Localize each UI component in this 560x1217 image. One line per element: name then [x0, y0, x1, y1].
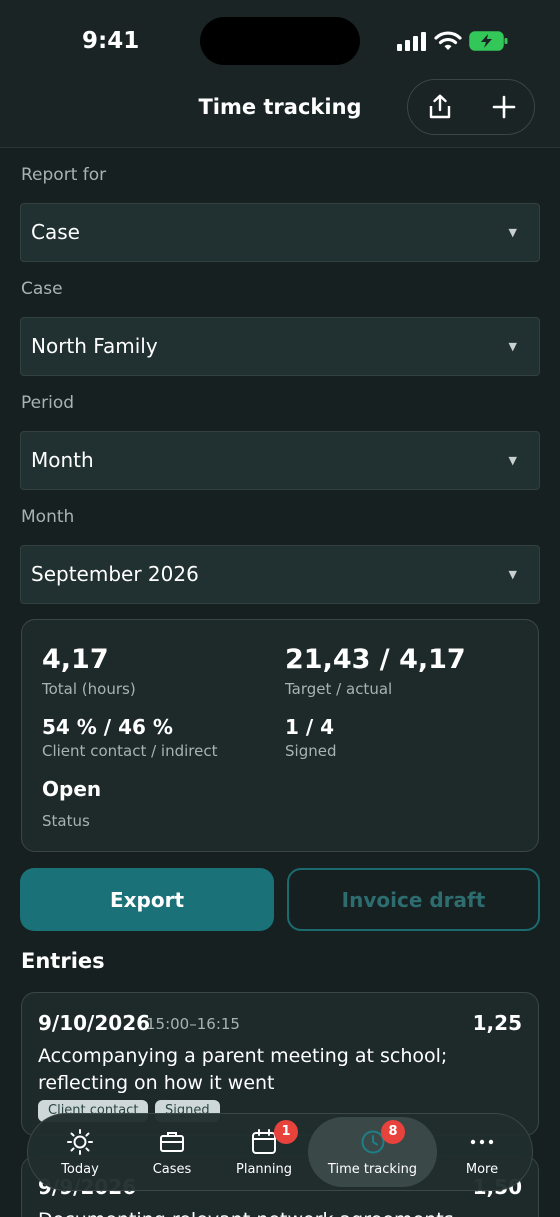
time-tracking-screen: 9:41 Time tracking Report for Case ▼ Cas…	[0, 0, 560, 1217]
case-value: North Family	[31, 334, 158, 358]
tab-cases[interactable]: Cases	[128, 1114, 216, 1190]
tab-more-label: More	[465, 1162, 499, 1177]
contact-split-value: 54 % / 46 %	[42, 715, 173, 739]
dynamic-island	[200, 17, 360, 65]
share-icon	[429, 94, 451, 119]
signed-label: Signed	[285, 742, 337, 760]
entries-heading: Entries	[21, 949, 105, 973]
total-hours-label: Total (hours)	[42, 680, 136, 698]
chevron-down-icon: ▼	[508, 454, 517, 467]
status-label: Status	[42, 812, 90, 830]
month-value: September 2026	[31, 562, 199, 586]
tab-time-tracking[interactable]: 8 Time tracking	[308, 1114, 437, 1190]
header-actions-pill	[407, 79, 535, 135]
status-bar: 9:41	[0, 0, 560, 82]
planning-badge: 1	[274, 1120, 298, 1144]
battery-charging-icon	[469, 31, 508, 51]
add-entry-button[interactable]	[472, 80, 536, 134]
invoice-draft-button[interactable]: Invoice draft	[287, 868, 540, 931]
time-tracking-badge: 8	[381, 1120, 405, 1144]
contact-split-label: Client contact / indirect	[42, 742, 218, 760]
target-actual-value: 21,43 / 4,17	[285, 644, 466, 675]
tab-today-label: Today	[61, 1162, 99, 1177]
cellular-signal-icon	[397, 31, 427, 51]
report-for-select[interactable]: Case ▼	[20, 203, 540, 262]
share-button[interactable]	[408, 80, 472, 134]
target-actual-label: Target / actual	[285, 680, 393, 698]
tab-bar: Today Cases 1 Planning 8 Time tracking M…	[27, 1113, 533, 1191]
plus-icon	[492, 95, 516, 119]
month-select[interactable]: September 2026 ▼	[20, 545, 540, 604]
tab-cases-label: Cases	[152, 1162, 192, 1177]
report-for-label: Report for	[21, 165, 107, 185]
period-value: Month	[31, 448, 94, 472]
chevron-down-icon: ▼	[508, 340, 517, 353]
tab-more[interactable]: More	[438, 1114, 526, 1190]
status-time: 9:41	[82, 28, 140, 54]
tab-planning-label: Planning	[236, 1162, 292, 1177]
status-value: Open	[42, 777, 102, 801]
case-label: Case	[21, 279, 63, 299]
wifi-icon	[434, 31, 462, 50]
chevron-down-icon: ▼	[508, 568, 517, 581]
signed-value: 1 / 4	[285, 715, 335, 739]
month-label: Month	[21, 507, 75, 527]
tab-time-tracking-label: Time tracking	[327, 1162, 418, 1177]
tab-planning[interactable]: 1 Planning	[220, 1114, 308, 1190]
entry-time: 15:00–16:15	[146, 1015, 240, 1033]
tab-today[interactable]: Today	[36, 1114, 124, 1190]
report-for-value: Case	[31, 220, 80, 244]
entry-description: Documenting relevant network agreements	[38, 1207, 508, 1217]
total-hours-value: 4,17	[42, 644, 109, 675]
app-header: Time tracking	[0, 79, 560, 148]
period-label: Period	[21, 393, 75, 413]
export-button[interactable]: Export	[20, 868, 274, 931]
entry-date: 9/10/2026	[38, 1011, 151, 1035]
briefcase-icon	[160, 1132, 184, 1152]
chevron-down-icon: ▼	[508, 226, 517, 239]
sun-icon	[67, 1129, 93, 1155]
period-select[interactable]: Month ▼	[20, 431, 540, 490]
summary-card: 4,17 Total (hours) 21,43 / 4,17 Target /…	[21, 619, 539, 852]
entry-hours: 1,25	[472, 1011, 522, 1035]
case-select[interactable]: North Family ▼	[20, 317, 540, 376]
entry-description: Accompanying a parent meeting at school;…	[38, 1045, 448, 1094]
more-icon	[470, 1139, 494, 1145]
